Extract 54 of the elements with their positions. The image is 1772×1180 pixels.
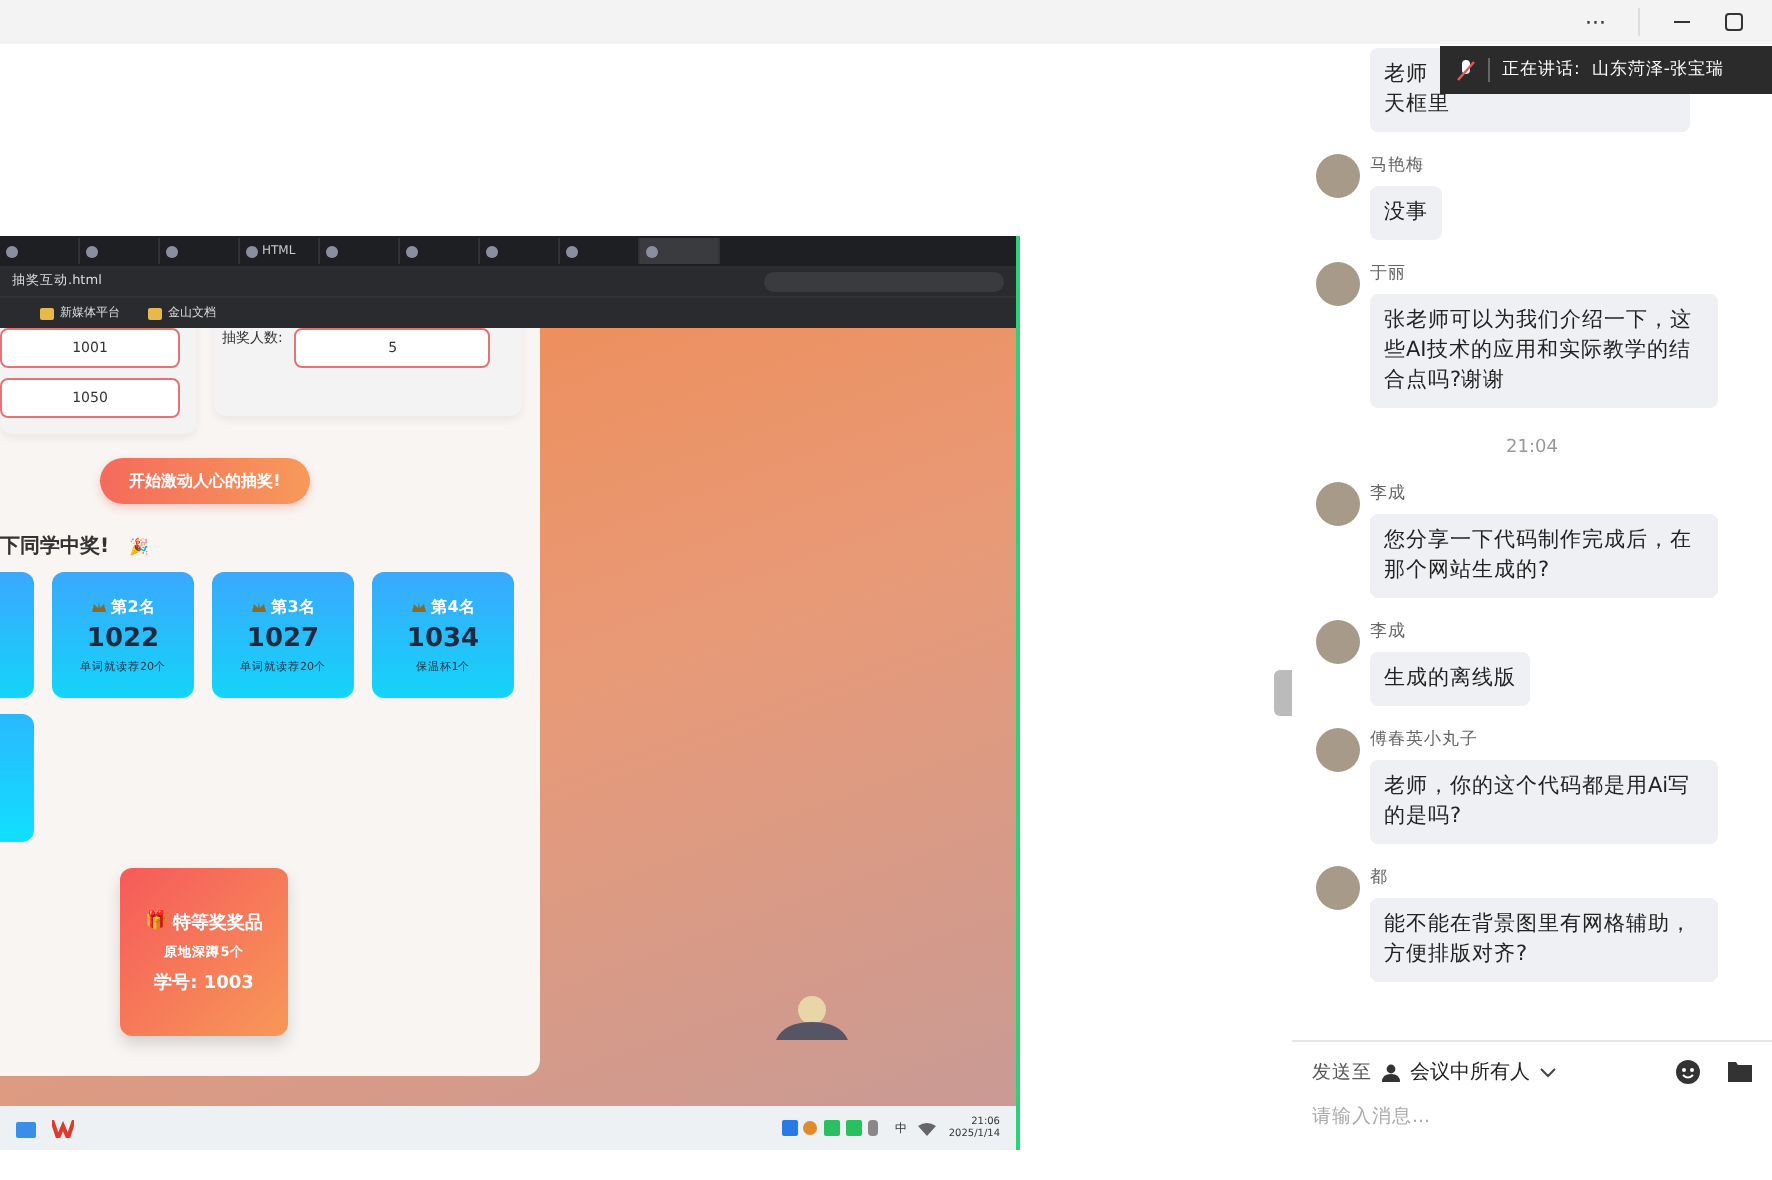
speaking-label: 正在讲话: [1502, 58, 1580, 82]
gift-icon: 🎁 [145, 909, 167, 935]
chevron-down-icon[interactable] [1540, 1067, 1556, 1077]
student-number: 1027 [246, 624, 320, 654]
wifi-icon[interactable] [918, 1121, 937, 1135]
browser-tab[interactable] [640, 238, 720, 264]
mic-off-icon [1456, 59, 1476, 81]
timestamp: 21:04 [1506, 438, 1558, 458]
avatar [1316, 154, 1360, 198]
message-bubble: 老师，你的这个代码都是用Ai写的是吗? [1370, 760, 1718, 844]
message-input[interactable]: 请输入消息... [1312, 1106, 1712, 1128]
panel-collapse-handle[interactable] [1274, 670, 1292, 716]
sender-name: 都 [1370, 866, 1390, 890]
crown-icon [411, 602, 426, 612]
avatar [1316, 728, 1360, 772]
avatar [1316, 482, 1360, 526]
folder-icon [148, 307, 162, 319]
rank-label: 第4名 [431, 596, 475, 618]
rank-label: 第2名 [111, 596, 155, 618]
avatar [1316, 620, 1360, 664]
emoji-icon[interactable] [1676, 1060, 1700, 1084]
recipient-dropdown[interactable]: 会议中所有人 [1410, 1058, 1530, 1086]
message-bubble: 张老师可以为我们介绍一下，这些AI技术的应用和实际教学的结合点吗?谢谢 [1370, 294, 1718, 408]
student-number: 1034 [406, 624, 480, 654]
student-number: 1022 [86, 624, 160, 654]
student-number: 学号: 1003 [154, 971, 254, 995]
sender-name: 李成 [1370, 620, 1408, 644]
message-bubble: 生成的离线版 [1370, 652, 1530, 706]
crown-icon [251, 602, 266, 612]
avatar [1316, 262, 1360, 306]
sender-name: 于丽 [1370, 262, 1408, 286]
person-silhouette [776, 992, 848, 1040]
message-bubble: 没事 [1370, 186, 1442, 240]
sender-name: 李成 [1370, 482, 1408, 506]
special-prize-title: 特等奖奖品 [173, 911, 263, 935]
folder-icon[interactable] [1728, 1060, 1752, 1082]
send-to-label: 发送至 [1312, 1059, 1372, 1085]
tray-icons-drawing[interactable] [782, 1120, 883, 1136]
avatar [1316, 866, 1360, 910]
app-icon[interactable] [52, 1119, 74, 1137]
maximize-icon[interactable] [1724, 12, 1744, 32]
person-icon [1382, 1063, 1400, 1081]
folder-icon [40, 307, 54, 319]
more-button[interactable]: ··· [1585, 9, 1606, 35]
crown-icon [91, 602, 106, 612]
message-bubble: 能不能在背景图里有网格辅助，方便排版对齐? [1370, 898, 1718, 982]
winner-card [0, 572, 34, 698]
emoji-icon: 🎉 [129, 537, 150, 555]
message-bubble: 您分享一下代码制作完成后，在那个网站生成的? [1370, 514, 1718, 598]
rank-label: 第3名 [271, 596, 315, 618]
winner-card [0, 714, 34, 842]
sender-name: 傅春英小丸子 [1370, 728, 1480, 752]
sender-name: 马艳梅 [1370, 154, 1426, 178]
winners-heading: 下同学中奖! [0, 533, 110, 560]
